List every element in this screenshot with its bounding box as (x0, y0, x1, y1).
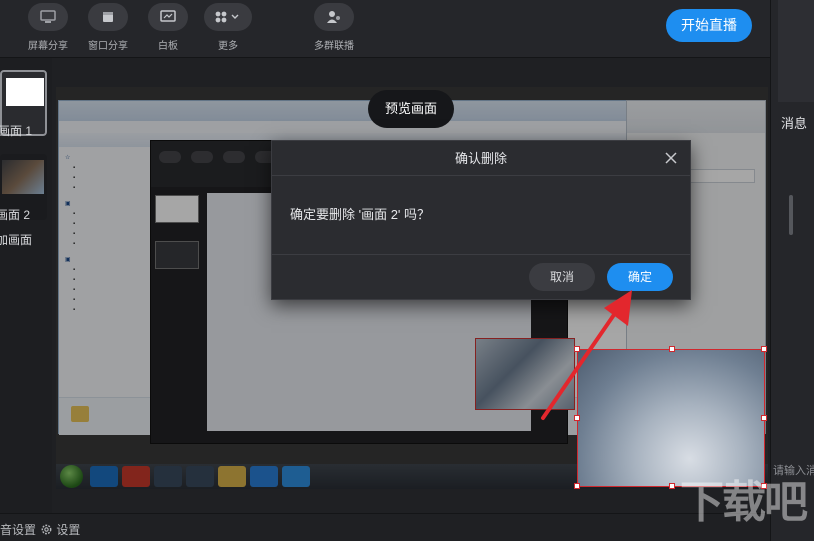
messages-label: 消息 (781, 116, 808, 131)
grid-icon (204, 3, 252, 31)
right-panel: 消息 请输入消 (770, 0, 814, 541)
confirm-button[interactable]: 确定 (607, 263, 673, 291)
bottom-bar: 音设置 设置 (0, 513, 770, 541)
top-toolbar: 屏幕分享 窗口分享 白板 更多 多群联播 开始直播 (0, 0, 770, 58)
audio-settings-button[interactable]: 音设置 (0, 521, 36, 538)
scene-thumb-image (6, 78, 44, 106)
gear-icon (41, 524, 52, 535)
dialog-message: 确定要删除 '画面 2' 吗？ (290, 207, 431, 222)
resize-handle[interactable] (574, 346, 580, 352)
scene-name-2: 画面 2 (0, 208, 31, 222)
settings-label: 设置 (56, 523, 81, 537)
more-label: 更多 (218, 41, 238, 52)
screen-share-button[interactable]: 屏幕分享 (26, 3, 70, 52)
add-scene-button[interactable]: 加画面 (0, 231, 32, 248)
window-icon (88, 3, 128, 31)
window-share-button[interactable]: 窗口分享 (86, 3, 130, 52)
whiteboard-button[interactable]: 白板 (146, 3, 190, 52)
watermark-logo: 下载吧 (680, 478, 808, 527)
resize-handle[interactable] (761, 415, 767, 421)
right-panel-header (778, 0, 814, 102)
scene-list: 画面 1 画面 2 加画面 (0, 58, 52, 513)
resize-handle[interactable] (669, 346, 675, 352)
dialog-title: 确认删除 (272, 141, 690, 176)
resize-handle[interactable] (574, 483, 580, 489)
close-icon[interactable] (662, 149, 680, 167)
group-broadcast-icon (314, 3, 354, 31)
start-live-button[interactable]: 开始直播 (666, 9, 752, 42)
more-button[interactable]: 更多 (204, 3, 252, 52)
dialog-divider (272, 254, 690, 255)
preview-tab[interactable]: 预览画面 (368, 90, 454, 128)
settings-button[interactable]: 设置 (40, 521, 80, 538)
scene-name-1: 画面 1 (0, 124, 33, 138)
cancel-button[interactable]: 取消 (529, 263, 595, 291)
multi-group-broadcast-label: 多群联播 (314, 41, 354, 52)
resize-handle[interactable] (669, 483, 675, 489)
resize-handle[interactable] (761, 346, 767, 352)
scene-thumb-image (2, 160, 44, 194)
whiteboard-label: 白板 (158, 41, 178, 52)
confirm-delete-dialog: 确认删除 确定要删除 '画面 2' 吗？ 取消 确定 (271, 140, 691, 300)
screen-share-label: 屏幕分享 (28, 41, 68, 52)
resize-handle[interactable] (574, 415, 580, 421)
window-share-label: 窗口分享 (88, 41, 128, 52)
multi-group-broadcast-button[interactable]: 多群联播 (306, 3, 362, 52)
whiteboard-icon (148, 3, 188, 31)
live-studio-app: 屏幕分享 窗口分享 白板 更多 多群联播 开始直播 消息 请输入消 画面 1 画… (0, 0, 814, 541)
right-scrollbar[interactable] (789, 195, 793, 235)
monitor-icon (28, 3, 68, 31)
